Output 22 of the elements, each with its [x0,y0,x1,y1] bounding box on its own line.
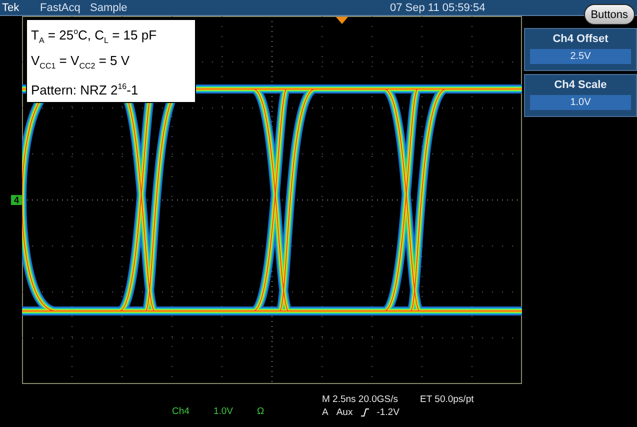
sample-mode-label: Sample [90,2,128,14]
annotation-text: V$_{CC1}$ = V$_{CC2}$ = 5 V [31,52,131,73]
annotation-text: Pattern: NRZ 2$^{16}$-1 [31,80,140,99]
acquisition-mode-label: FastAcq [40,2,82,14]
menu-value-field[interactable]: 1.0V [530,95,631,110]
menu-value-field[interactable]: 2.5V [530,49,631,64]
date-time: 07 Sep 11 05:59:54 [390,2,486,14]
channel-label: Ch4 [172,406,190,418]
menu-title: Ch4 Scale [553,79,608,91]
menu-title: Ch4 Offset [552,33,610,45]
brand-label: Tek [1,2,20,14]
annotation-text: T$_{A}$ = 25$^{o}$C, C$_{L}$ = 15 pF [31,26,158,47]
rising-edge-icon [360,408,369,417]
trigger-prefix: A [322,407,328,418]
trigger-source: Aux [336,407,353,418]
vertical-scale: 1.0V [213,406,233,418]
timebase-readout: M 2.5ns 20.0GS/s [322,394,398,405]
channel-marker[interactable]: 4 [10,195,22,205]
record-readout: ET 50.0ps/pt [420,394,474,405]
buttons-button[interactable]: Buttons [584,4,635,25]
coupling-label: Ω [256,406,264,418]
trigger-level: -1.2V [376,407,400,418]
